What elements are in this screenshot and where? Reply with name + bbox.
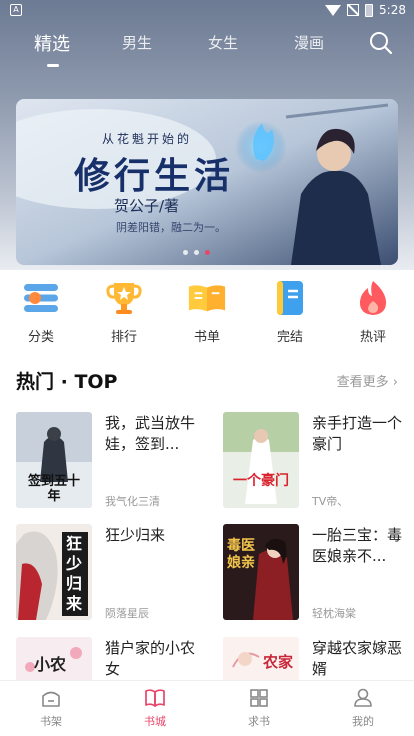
book-item[interactable]: 毒医娘亲 一胎三宝：毒医娘亲不... 轻枕海棠: [223, 524, 413, 624]
status-time: 5:28: [379, 3, 406, 17]
book-cover: 毒医娘亲: [223, 524, 299, 620]
shortcut-booklist[interactable]: 书单: [172, 278, 242, 345]
no-signal-icon: [347, 4, 360, 16]
banner-subtitle: 从花魁开始的: [102, 132, 193, 146]
tab-male[interactable]: 男生: [122, 32, 152, 53]
shortcut-ranking[interactable]: 排行: [89, 278, 159, 345]
nav-label: 书架: [40, 715, 62, 728]
request-book-icon: [248, 687, 270, 709]
book-item[interactable]: 一个豪门 亲手打造一个豪门 TV帝、: [223, 412, 413, 512]
trophy-icon: [104, 278, 144, 318]
booklist-icon: [187, 278, 227, 318]
cover-title: 毒医娘亲: [227, 538, 255, 571]
flame-icon: [353, 278, 393, 318]
cover-title: 一个豪门: [233, 473, 289, 489]
banner-author: 贺公子/著: [114, 197, 180, 215]
section-title: 热门 · TOP: [16, 371, 118, 393]
status-bar: A 5:28: [0, 0, 414, 22]
completed-book-icon: [270, 278, 310, 318]
book-title: 狂少归来: [105, 526, 166, 544]
book-item[interactable]: 签到五十年 我，武当放牛娃，签到... 我气化三清: [16, 412, 206, 512]
banner-tagline: 阴差阳错，融二为一。: [116, 221, 226, 234]
shortcut-hot-reviews[interactable]: 热评: [338, 278, 408, 345]
book-title: 我，武当放牛娃，签到...: [105, 414, 196, 453]
banner-pagination: [183, 250, 210, 255]
cover-title: 农家: [263, 653, 294, 671]
cover-title: 狂少归来: [66, 534, 83, 613]
active-tab-indicator: [47, 64, 59, 67]
chevron-right-icon: ›: [392, 375, 398, 390]
promo-banner[interactable]: 从花魁开始的 修行生活 贺公子/著 阴差阳错，融二为一。: [16, 99, 398, 265]
shortcut-label: 分类: [27, 330, 54, 345]
banner-title: 修行生活: [74, 155, 235, 197]
view-more-label: 查看更多: [336, 375, 389, 390]
book-title: 一胎三宝：毒医娘亲不...: [312, 526, 403, 565]
search-icon: [370, 32, 393, 55]
book-title: 穿越农家嫁恶婿: [312, 639, 403, 678]
nav-label: 书城: [144, 715, 166, 728]
bookshelf-icon: [40, 687, 62, 709]
book-cover: 狂少归来: [16, 524, 92, 620]
bookstore-icon: [144, 687, 166, 709]
bookstore-home-screen: A 5:28 精选 男生 女生 漫画 从花魁开始的 修行生活 贺公子/著 阴差阳…: [0, 0, 414, 736]
shortcut-label: 热评: [359, 330, 386, 345]
tab-female[interactable]: 女生: [208, 32, 238, 53]
book-author: TV帝、: [312, 495, 349, 508]
book-cover: 签到五十年: [16, 412, 92, 508]
nav-request-book[interactable]: 求书: [229, 687, 289, 729]
cover-title: 签到五十年: [27, 474, 80, 504]
banner-dot[interactable]: [183, 250, 188, 255]
nav-profile[interactable]: 我的: [333, 687, 393, 729]
banner-dot[interactable]: [194, 250, 199, 255]
view-more-link[interactable]: 查看更多 ›: [337, 371, 398, 390]
book-author: 我气化三清: [105, 495, 160, 508]
banner-dot-active[interactable]: [205, 250, 210, 255]
status-icons: 5:28: [325, 3, 406, 17]
top-tabs: 精选 男生 女生 漫画: [0, 28, 414, 68]
book-author: 陨落星辰: [105, 607, 149, 620]
book-title: 猎户家的小农女: [105, 639, 196, 678]
nav-bookshelf[interactable]: 书架: [21, 687, 81, 729]
shortcut-completed[interactable]: 完结: [255, 278, 325, 345]
notification-icon: A: [10, 4, 22, 16]
profile-icon: [352, 687, 374, 709]
bottom-navigation: 书架 书城 求书 我的: [0, 680, 414, 736]
shortcut-label: 排行: [110, 330, 137, 345]
book-title: 亲手打造一个豪门: [312, 414, 403, 453]
category-shortcuts: 分类 排行 书单 完结 热评: [0, 270, 414, 350]
shortcut-label: 完结: [276, 330, 303, 345]
book-cover: 一个豪门: [223, 412, 299, 508]
wifi-icon: [325, 4, 342, 16]
nav-bookstore[interactable]: 书城: [125, 687, 185, 729]
shortcut-category[interactable]: 分类: [6, 278, 76, 345]
book-author: 轻枕海棠: [312, 607, 356, 620]
nav-label: 求书: [248, 715, 270, 728]
nav-label: 我的: [352, 715, 374, 728]
battery-icon: [365, 3, 374, 17]
tab-comics[interactable]: 漫画: [294, 32, 324, 53]
book-item[interactable]: 狂少归来 狂少归来 陨落星辰: [16, 524, 206, 624]
tab-featured[interactable]: 精选: [34, 30, 70, 56]
category-icon: [21, 278, 61, 318]
shortcut-label: 书单: [193, 330, 220, 345]
search-button[interactable]: [368, 30, 394, 56]
